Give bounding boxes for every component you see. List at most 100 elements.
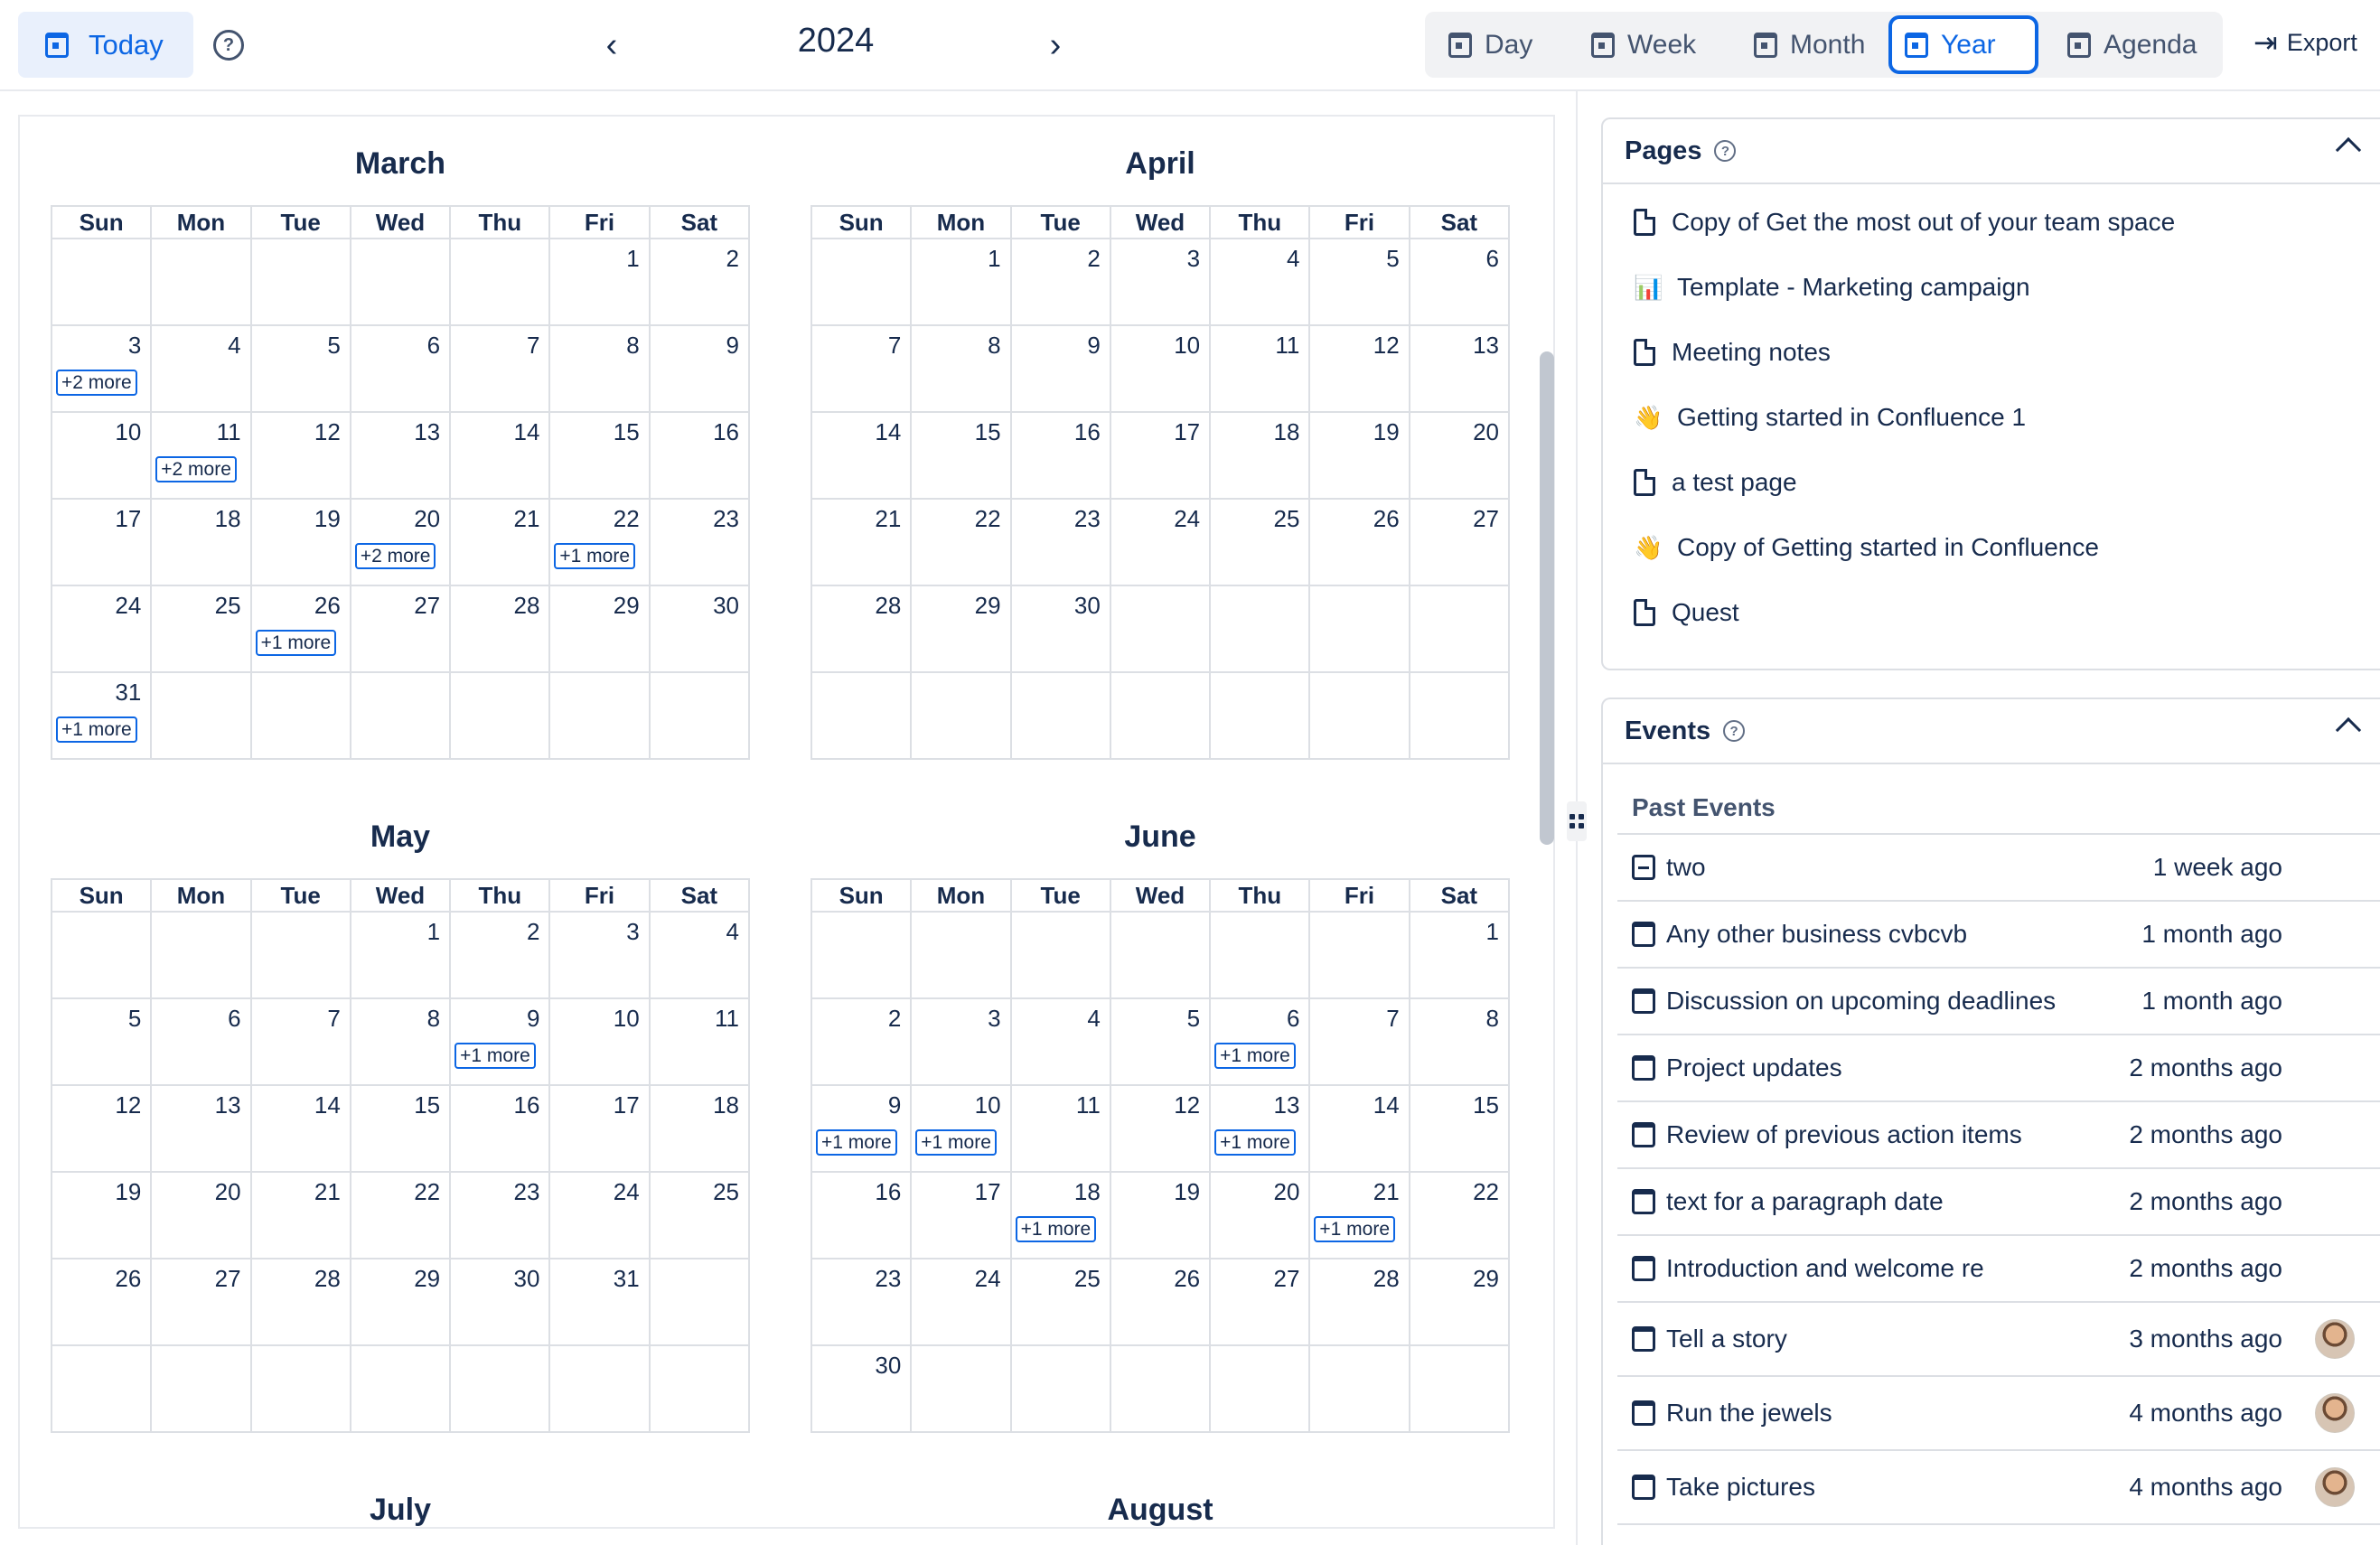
day-cell[interactable]: 27 <box>1209 1258 1311 1346</box>
chevron-up-icon[interactable] <box>2335 136 2362 164</box>
day-cell[interactable]: 7 <box>249 997 351 1086</box>
day-cell[interactable]: 7 <box>449 324 551 413</box>
day-cell[interactable]: 28 <box>810 585 913 673</box>
day-cell[interactable]: 19 <box>1109 1171 1212 1259</box>
day-cell[interactable]: 11 <box>1009 1084 1111 1173</box>
day-cell[interactable]: 1 <box>349 911 452 999</box>
previous-year-button[interactable]: ‹ <box>592 25 632 65</box>
day-cell[interactable]: 12 <box>249 411 351 500</box>
day-cell[interactable]: 1 <box>910 238 1012 326</box>
event-row[interactable]: Discussion on upcoming deadlines 1 month … <box>1617 969 2380 1035</box>
page-item[interactable]: Copy of Get the most out of your team sp… <box>1603 190 2380 255</box>
day-cell[interactable]: 30 <box>648 585 751 673</box>
day-cell[interactable]: 4 <box>1209 238 1311 326</box>
today-button[interactable]: Today <box>18 12 193 78</box>
day-cell[interactable]: 6 <box>1408 238 1511 326</box>
day-cell[interactable]: 18 +1 more <box>1009 1171 1111 1259</box>
day-cell[interactable]: 5 <box>1308 238 1410 326</box>
day-cell[interactable]: 29 <box>349 1258 452 1346</box>
more-events-badge[interactable]: +1 more <box>554 543 636 569</box>
calendar-scrollbar[interactable] <box>1540 351 1554 845</box>
page-item[interactable]: 📊 Template - Marketing campaign <box>1603 255 2380 320</box>
day-cell[interactable]: 26 <box>1109 1258 1212 1346</box>
help-icon[interactable]: ? <box>213 30 244 61</box>
day-cell[interactable]: 25 <box>648 1171 751 1259</box>
day-cell[interactable]: 27 <box>1408 498 1511 586</box>
page-item[interactable]: Meeting notes <box>1603 320 2380 385</box>
day-cell[interactable]: 2 <box>810 997 913 1086</box>
day-cell[interactable]: 11 <box>648 997 751 1086</box>
more-events-badge[interactable]: +1 more <box>1314 1216 1396 1242</box>
more-events-badge[interactable]: +1 more <box>1015 1216 1097 1242</box>
avatar[interactable] <box>2315 1393 2355 1433</box>
day-cell[interactable]: 17 <box>1109 411 1212 500</box>
day-cell[interactable]: 5 <box>50 997 153 1086</box>
day-cell[interactable]: 29 <box>910 585 1012 673</box>
more-events-badge[interactable]: +2 more <box>354 543 436 569</box>
day-cell[interactable]: 10 <box>50 411 153 500</box>
day-cell[interactable]: 28 <box>249 1258 351 1346</box>
day-cell[interactable]: 8 <box>548 324 651 413</box>
day-cell[interactable]: 3 <box>1109 238 1212 326</box>
day-cell[interactable]: 7 <box>1308 997 1410 1086</box>
day-cell[interactable]: 2 <box>648 238 751 326</box>
day-cell[interactable]: 25 <box>1209 498 1311 586</box>
day-cell[interactable]: 24 <box>548 1171 651 1259</box>
day-cell[interactable]: 20 +2 more <box>349 498 452 586</box>
help-icon[interactable]: ? <box>1723 720 1746 742</box>
day-cell[interactable]: 16 <box>449 1084 551 1173</box>
day-cell[interactable]: 18 <box>648 1084 751 1173</box>
day-cell[interactable]: 1 <box>548 238 651 326</box>
day-cell[interactable]: 2 <box>449 911 551 999</box>
day-cell[interactable]: 20 <box>1209 1171 1311 1259</box>
event-row[interactable]: Any other business cvbcvb 1 month ago <box>1617 902 2380 969</box>
day-cell[interactable]: 1 <box>1408 911 1511 999</box>
day-cell[interactable]: 22 <box>1408 1171 1511 1259</box>
day-cell[interactable]: 27 <box>349 585 452 673</box>
day-cell[interactable]: 10 <box>1109 324 1212 413</box>
day-cell[interactable]: 3 +2 more <box>50 324 153 413</box>
help-icon[interactable]: ? <box>1714 140 1737 162</box>
more-events-badge[interactable]: +1 more <box>454 1043 536 1069</box>
day-cell[interactable]: 15 <box>1408 1084 1511 1173</box>
day-cell[interactable]: 3 <box>548 911 651 999</box>
day-cell[interactable]: 15 <box>910 411 1012 500</box>
day-cell[interactable]: 28 <box>449 585 551 673</box>
events-header[interactable]: Events ? <box>1603 699 2380 764</box>
day-cell[interactable]: 21 <box>449 498 551 586</box>
day-cell[interactable]: 24 <box>1109 498 1212 586</box>
day-cell[interactable]: 31 +1 more <box>50 671 153 760</box>
day-cell[interactable]: 18 <box>1209 411 1311 500</box>
event-row[interactable]: two 1 week ago <box>1617 835 2380 902</box>
resize-handle[interactable] <box>1567 801 1587 841</box>
day-cell[interactable]: 19 <box>50 1171 153 1259</box>
day-cell[interactable]: 23 <box>648 498 751 586</box>
more-events-badge[interactable]: +1 more <box>1214 1129 1296 1156</box>
day-cell[interactable]: 28 <box>1308 1258 1410 1346</box>
day-cell[interactable]: 9 <box>648 324 751 413</box>
more-events-badge[interactable]: +1 more <box>1214 1043 1296 1069</box>
day-cell[interactable]: 10 <box>548 997 651 1086</box>
day-cell[interactable]: 4 <box>648 911 751 999</box>
day-cell[interactable]: 27 <box>150 1258 252 1346</box>
day-cell[interactable]: 8 <box>1408 997 1511 1086</box>
day-cell[interactable]: 8 <box>910 324 1012 413</box>
day-cell[interactable]: 30 <box>449 1258 551 1346</box>
day-cell[interactable]: 13 <box>349 411 452 500</box>
day-cell[interactable]: 29 <box>1408 1258 1511 1346</box>
day-cell[interactable]: 16 <box>1009 411 1111 500</box>
avatar[interactable] <box>2315 1467 2355 1507</box>
day-cell[interactable]: 17 <box>548 1084 651 1173</box>
day-cell[interactable]: 20 <box>150 1171 252 1259</box>
event-row[interactable]: Tell a story 3 months ago <box>1617 1303 2380 1377</box>
day-cell[interactable]: 22 +1 more <box>548 498 651 586</box>
day-cell[interactable]: 6 <box>349 324 452 413</box>
view-month-button[interactable]: Month <box>1741 15 1895 74</box>
day-cell[interactable]: 13 <box>150 1084 252 1173</box>
day-cell[interactable]: 14 <box>810 411 913 500</box>
day-cell[interactable]: 6 <box>150 997 252 1086</box>
day-cell[interactable]: 9 +1 more <box>449 997 551 1086</box>
day-cell[interactable]: 26 +1 more <box>249 585 351 673</box>
day-cell[interactable]: 14 <box>1308 1084 1410 1173</box>
more-events-badge[interactable]: +2 more <box>56 370 137 396</box>
